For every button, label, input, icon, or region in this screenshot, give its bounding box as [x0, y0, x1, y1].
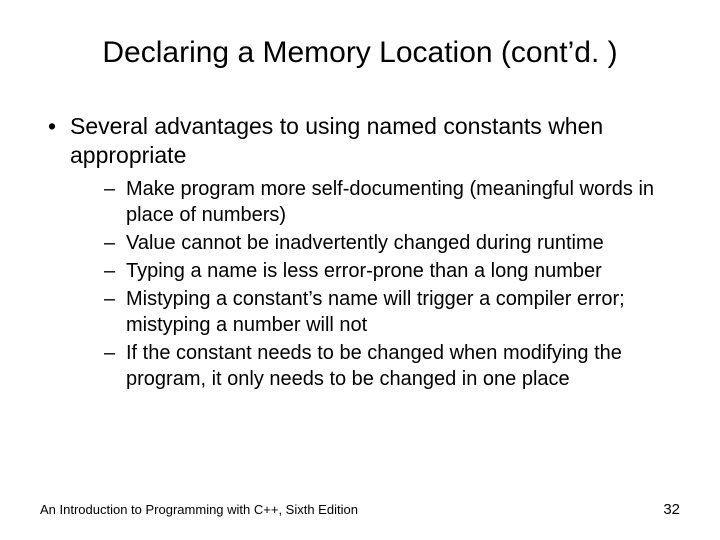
list-item: Mistyping a constant’s name will trigger…: [104, 286, 680, 338]
list-item: If the constant needs to be changed when…: [104, 340, 680, 392]
bullet-text: Value cannot be inadvertently changed du…: [126, 232, 604, 254]
list-item: Several advantages to using named consta…: [48, 112, 680, 392]
bullet-list-level2: Make program more self-documenting (mean…: [70, 176, 680, 392]
bullet-list-level1: Several advantages to using named consta…: [40, 112, 680, 392]
page-number: 32: [663, 501, 680, 518]
bullet-text: Mistyping a constant’s name will trigger…: [126, 288, 625, 336]
bullet-text: Several advantages to using named consta…: [70, 113, 603, 168]
list-item: Make program more self-documenting (mean…: [104, 176, 680, 228]
list-item: Value cannot be inadvertently changed du…: [104, 230, 680, 256]
slide-footer: An Introduction to Programming with C++,…: [40, 501, 680, 518]
bullet-text: Typing a name is less error-prone than a…: [126, 260, 602, 282]
footer-text: An Introduction to Programming with C++,…: [40, 502, 358, 517]
slide: Declaring a Memory Location (cont’d. ) S…: [0, 0, 720, 540]
bullet-text: Make program more self-documenting (mean…: [126, 178, 654, 226]
list-item: Typing a name is less error-prone than a…: [104, 258, 680, 284]
slide-title: Declaring a Memory Location (cont’d. ): [40, 36, 680, 70]
bullet-text: If the constant needs to be changed when…: [126, 342, 622, 390]
